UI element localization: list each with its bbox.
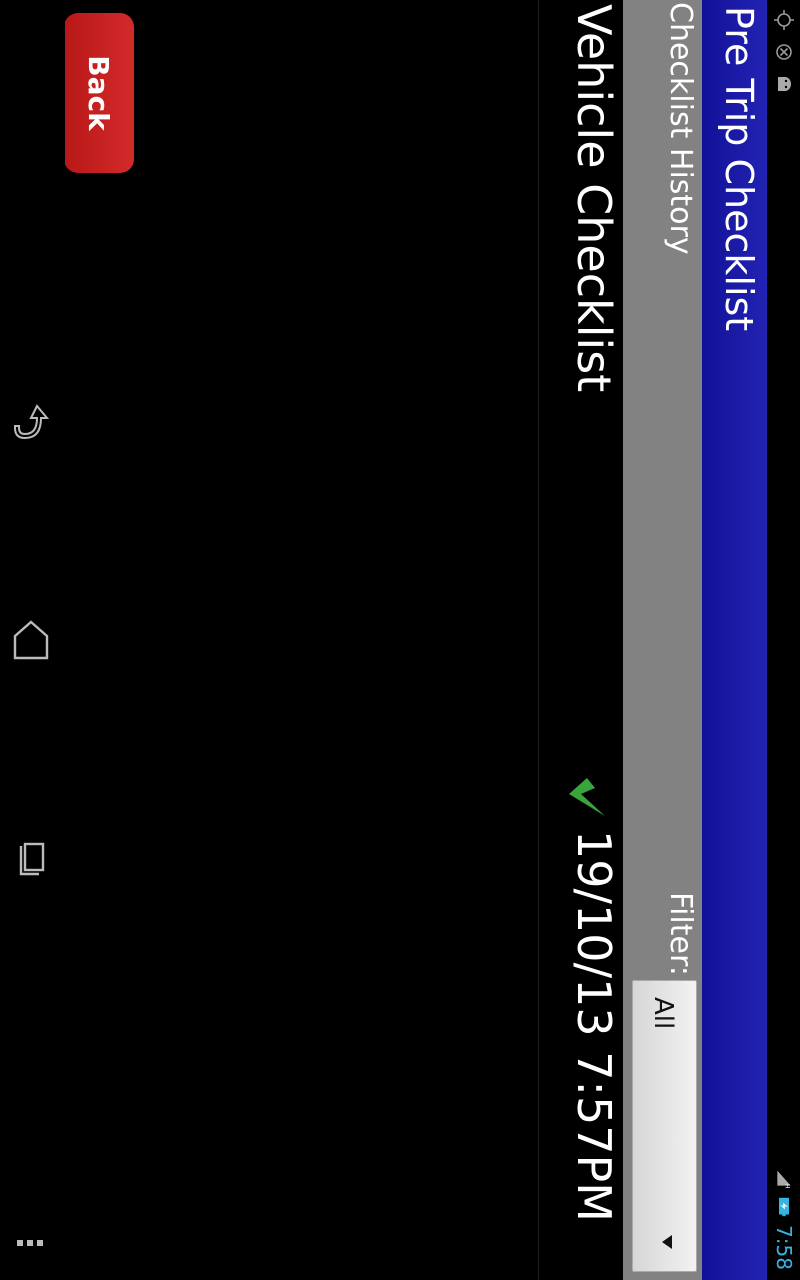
status-icons-left <box>774 10 794 94</box>
checklist-date: 19/10/13 7:57PM <box>567 830 621 1222</box>
status-icons-right: H 7:58 <box>772 1169 796 1270</box>
back-nav-icon[interactable] <box>7 398 55 446</box>
checklist-row[interactable]: Vehicle Checklist 19/10/13 7:57PM <box>538 0 623 1280</box>
battery-charging-icon <box>779 1197 789 1217</box>
menu-overflow-icon[interactable] <box>7 1220 55 1268</box>
signal-icon: H <box>777 1170 791 1188</box>
back-button[interactable]: Back <box>64 13 134 173</box>
checklist-title: Vehicle Checklist <box>567 4 621 393</box>
status-clock: 7:58 <box>772 1225 796 1270</box>
recents-nav-icon[interactable] <box>7 834 55 882</box>
home-nav-icon[interactable] <box>7 616 55 664</box>
filter-dropdown[interactable]: All <box>632 980 697 1272</box>
screen: H 7:58 Pre Trip Checklist Checklist Hist… <box>0 0 800 1280</box>
dropdown-arrow-icon <box>662 1235 672 1249</box>
check-icon <box>569 778 605 816</box>
filter-selected-value: All <box>648 997 678 1030</box>
section-title: Checklist History <box>663 2 698 255</box>
svg-text:H: H <box>784 1184 790 1188</box>
app-title: Pre Trip Checklist <box>717 6 761 332</box>
android-icon <box>778 77 791 91</box>
app-title-bar: Pre Trip Checklist <box>702 0 767 1280</box>
status-bar: H 7:58 <box>767 0 800 1280</box>
navigation-bar <box>0 0 65 1280</box>
no-sim-icon <box>776 44 792 60</box>
filter-label: Filter: <box>663 892 698 976</box>
gps-icon <box>774 10 794 30</box>
